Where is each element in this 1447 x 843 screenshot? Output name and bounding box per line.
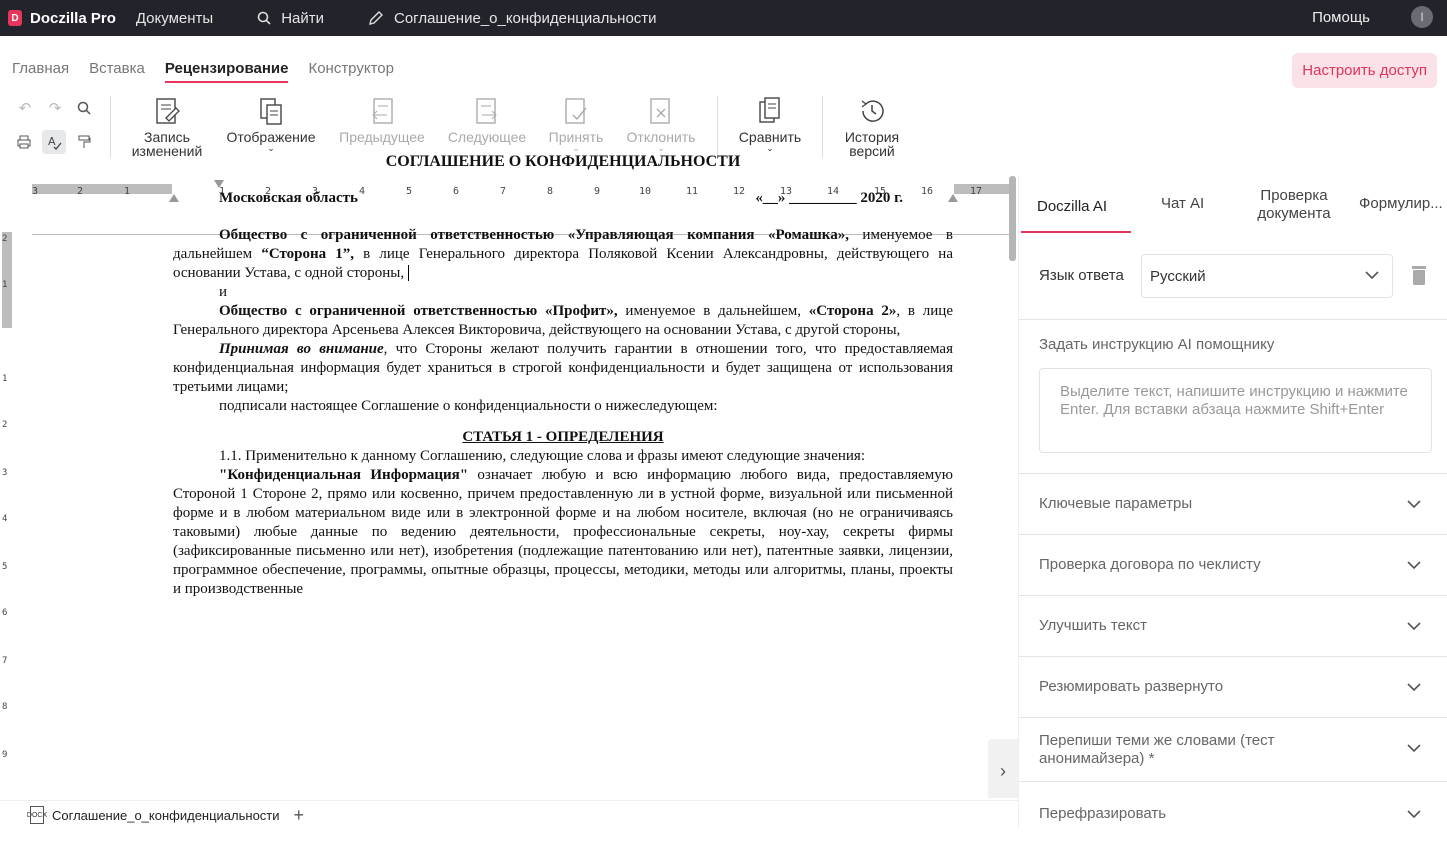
active-tab-indicator — [1021, 231, 1131, 233]
reject-change-button[interactable]: Отклонить ⌄ — [622, 96, 700, 153]
previous-change-icon — [372, 98, 393, 124]
redo-icon[interactable]: ↷ — [43, 96, 67, 120]
previous-change-button[interactable]: Предыдущее — [334, 96, 430, 144]
reject-icon — [650, 98, 670, 124]
section-checklist-review[interactable]: Проверка договора по чеклисту — [1019, 535, 1447, 596]
section-paraphrase[interactable]: Перефразировать — [1019, 782, 1447, 843]
search-icon — [257, 11, 271, 25]
svg-text:A: A — [48, 135, 56, 148]
paragraph-whereas: Принимая во внимание, что Стороны желают… — [173, 341, 953, 395]
chevron-down-icon — [1407, 561, 1421, 570]
section-summarize[interactable]: Резюмировать развернуто — [1019, 657, 1447, 718]
section-key-parameters[interactable]: Ключевые параметры — [1019, 474, 1447, 535]
chevron-down-icon — [1407, 622, 1421, 631]
toolbar-divider — [110, 96, 111, 158]
toolbar-divider — [717, 96, 718, 158]
response-language-row: Язык ответа Русский — [1039, 254, 1439, 298]
tab-doczilla-ai[interactable]: Doczilla AI — [1037, 198, 1107, 216]
tab-insert[interactable]: Вставка — [89, 60, 145, 83]
document-title-text: Соглашение_о_конфиденциальности — [394, 9, 657, 27]
ai-instruction-input[interactable]: Выделите текст, напишите инструкцию и на… — [1039, 368, 1432, 453]
docx-file-icon: DOCX — [27, 806, 47, 824]
paragraph-and: и — [219, 284, 228, 300]
tab-home[interactable]: Главная — [12, 60, 69, 83]
chevron-down-icon — [1407, 500, 1421, 509]
pencil-icon — [369, 11, 383, 25]
ai-side-panel: Doczilla AI Чат AI Проверка документа Фо… — [1018, 176, 1447, 829]
date: «__» _________ 2020 г. — [755, 190, 903, 206]
help-link[interactable]: Помощь — [1312, 9, 1370, 26]
tab-wording[interactable]: Формулир... — [1359, 195, 1443, 213]
document-page[interactable]: СОГЛАШЕНИЕ О КОНФИДЕНЦИАЛЬНОСТИ Московск… — [173, 152, 953, 599]
paragraph-signed: подписали настоящее Соглашение о конфиде… — [219, 398, 718, 414]
app-name: Doczilla Pro — [30, 9, 116, 27]
document-title[interactable]: Соглашение_о_конфиденциальности — [368, 10, 657, 27]
spellcheck-icon[interactable]: A — [42, 130, 66, 154]
tab-document-check[interactable]: Проверка документа — [1249, 187, 1339, 223]
documents-link[interactable]: Документы — [136, 10, 213, 27]
chevron-down-icon — [1407, 744, 1421, 753]
paragraph-1-1: 1.1. Применительно к данному Соглашению,… — [219, 448, 865, 464]
track-changes-icon — [156, 98, 180, 124]
paragraph-confidential-info: "Конфиденциальная Информация" означает л… — [173, 467, 953, 597]
top-bar: D Doczilla Pro Документы Найти Соглашени… — [0, 0, 1447, 36]
track-changes-button[interactable]: Запись изменений — [126, 96, 208, 158]
document-tabs-bar: DOCX Соглашение_о_конфиденциальности + — [0, 800, 1018, 829]
tab-review[interactable]: Рецензирование — [164, 60, 289, 83]
display-mode-button[interactable]: Отображение ⌄ — [222, 96, 320, 153]
open-document-tab[interactable]: Соглашение_о_конфиденциальности — [52, 808, 280, 823]
print-icon[interactable] — [12, 130, 36, 154]
chevron-right-icon[interactable]: › — [988, 739, 1018, 798]
chevron-down-icon: ⌄ — [267, 143, 275, 153]
article-heading: СТАТЬЯ 1 - ОПРЕДЕЛЕНИЯ — [462, 429, 664, 445]
accept-icon — [565, 98, 587, 124]
compare-button[interactable]: Сравнить ⌄ — [734, 96, 806, 153]
chevron-down-icon: ⌄ — [766, 143, 774, 153]
add-document-button[interactable]: + — [294, 805, 305, 826]
avatar[interactable]: I — [1411, 6, 1433, 28]
ribbon-tabs: Главная Вставка Рецензирование Конструкт… — [12, 60, 414, 83]
document-title-heading: СОГЛАШЕНИЕ О КОНФИДЕНЦИАЛЬНОСТИ — [385, 153, 741, 170]
response-language-label: Язык ответа — [1039, 267, 1124, 284]
toolbar-divider — [822, 96, 823, 158]
chevron-down-icon: ⌄ — [657, 143, 665, 153]
place-date-line: Московская область «__» _________ 2020 г… — [173, 189, 953, 208]
search-button[interactable]: Найти — [257, 10, 324, 27]
compare-icon — [759, 97, 780, 123]
paragraph-party1: Общество с ограниченной ответственностью… — [173, 227, 953, 281]
undo-icon[interactable]: ↶ — [13, 96, 37, 120]
find-icon[interactable] — [72, 96, 96, 120]
ai-instruction-label: Задать инструкцию AI помощнику — [1039, 336, 1275, 353]
next-change-icon — [476, 98, 497, 124]
doczilla-logo-icon: D — [8, 10, 22, 26]
text-cursor — [407, 265, 413, 281]
accept-change-button[interactable]: Принять ⌄ — [544, 96, 608, 153]
place: Московская область — [219, 190, 358, 206]
chevron-down-icon — [1365, 271, 1379, 280]
search-label: Найти — [281, 9, 324, 27]
tab-constructor[interactable]: Конструктор — [308, 60, 394, 83]
response-language-select[interactable]: Русский — [1141, 254, 1393, 298]
section-improve-text[interactable]: Улучшить текст — [1019, 596, 1447, 657]
history-icon — [861, 100, 884, 122]
section-rewrite-anonymizer[interactable]: Перепиши теми же словами (тест анонимайз… — [1019, 718, 1447, 782]
paragraph-party2: Общество с ограниченной ответственностью… — [173, 303, 953, 338]
display-icon — [260, 98, 282, 125]
vertical-ruler[interactable]: 2 1 1 2 3 4 5 6 7 8 9 — [0, 232, 14, 798]
divider — [1019, 319, 1447, 320]
chevron-down-icon: ⌄ — [572, 143, 580, 153]
app-logo[interactable]: D Doczilla Pro — [8, 10, 116, 27]
version-history-button[interactable]: История версий — [838, 96, 906, 158]
format-painter-icon[interactable] — [72, 130, 96, 154]
next-change-button[interactable]: Следующее — [444, 96, 530, 144]
tab-chat-ai[interactable]: Чат AI — [1161, 195, 1204, 213]
chevron-down-icon — [1407, 810, 1421, 819]
document-scrollbar[interactable] — [1009, 176, 1016, 261]
chevron-down-icon — [1407, 683, 1421, 692]
trash-icon[interactable] — [1409, 264, 1429, 286]
share-access-button[interactable]: Настроить доступ — [1292, 53, 1437, 88]
